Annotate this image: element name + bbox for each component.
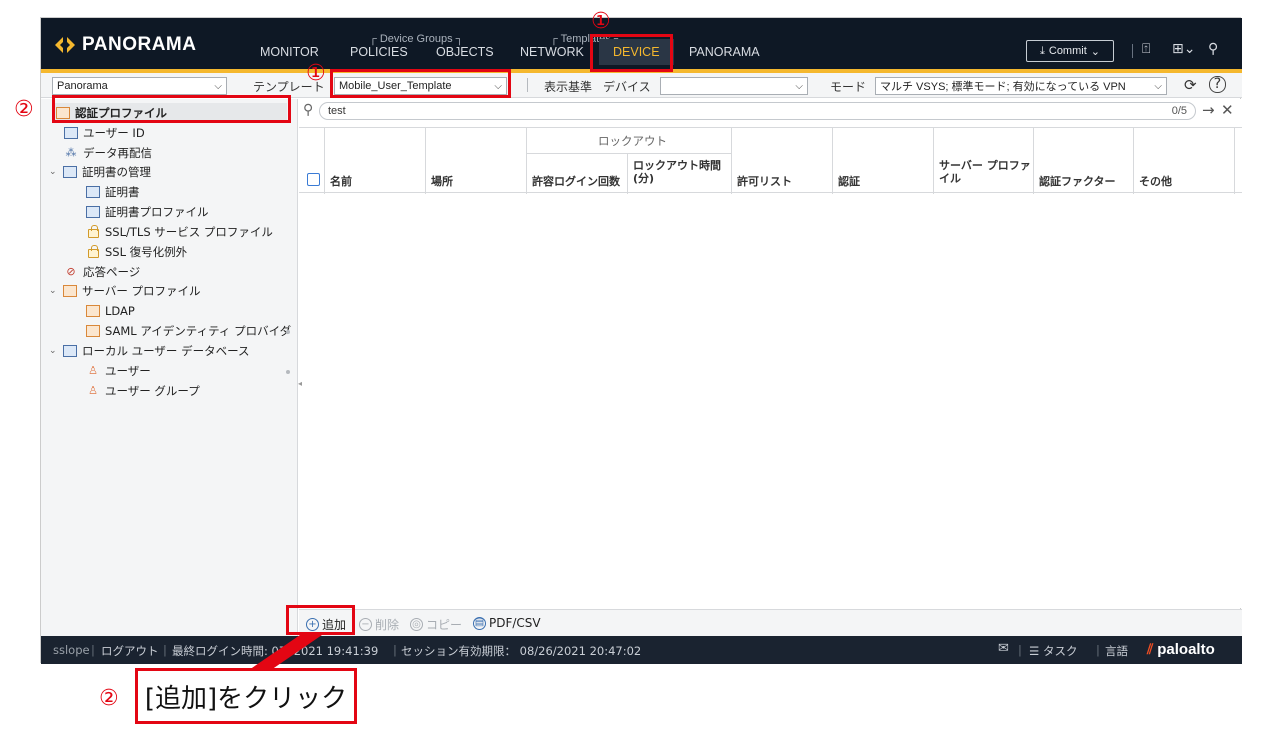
annotation-callout: [追加]をクリック <box>135 668 357 724</box>
annotation-number-2: ② <box>99 686 119 711</box>
annotation-leader-line <box>246 635 322 672</box>
callout-text: [追加]をクリック <box>144 683 348 714</box>
